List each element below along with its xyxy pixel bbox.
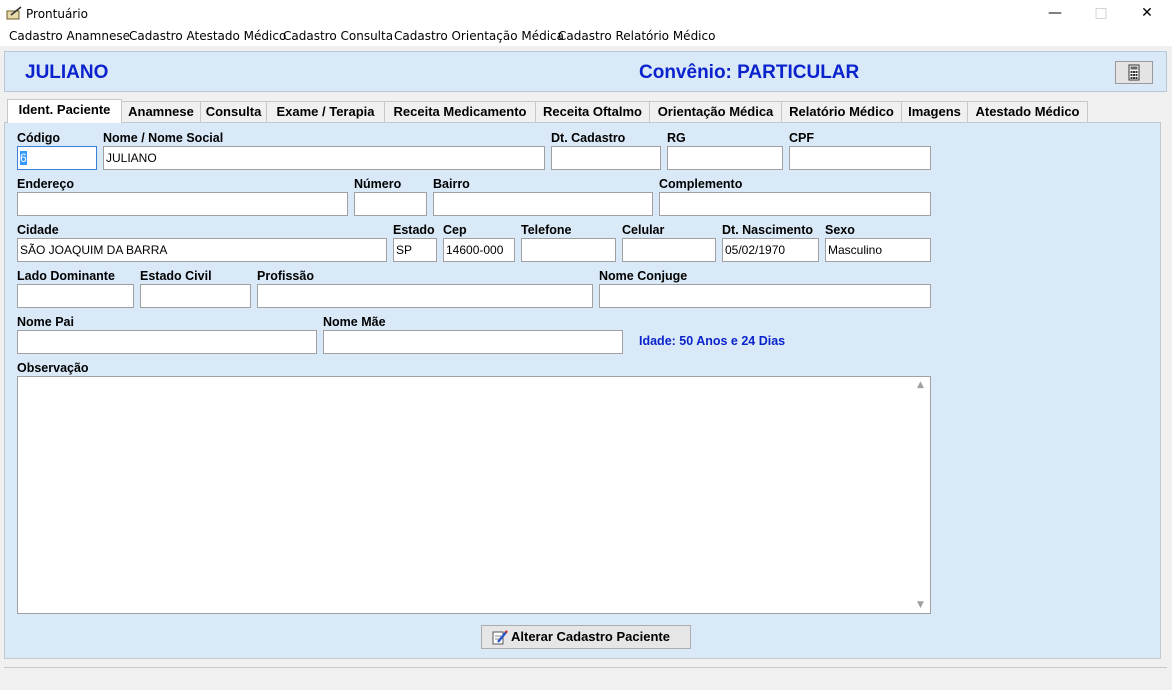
cpf-field[interactable] xyxy=(789,146,931,170)
dt-cadastro-field[interactable] xyxy=(551,146,661,170)
window-title: Prontuário xyxy=(26,7,88,21)
patient-name: JULIANO xyxy=(25,62,109,83)
alterar-cadastro-button[interactable]: Alterar Cadastro Paciente xyxy=(481,625,691,649)
estado-label: Estado xyxy=(393,223,435,237)
observacao-scrollbar[interactable]: ▲ ▼ xyxy=(914,377,930,613)
maximize-button[interactable]: □ xyxy=(1078,0,1124,27)
tab-anamnese[interactable]: Anamnese xyxy=(121,101,201,122)
title-bar: Prontuário — □ ✕ xyxy=(0,0,1172,27)
bairro-label: Bairro xyxy=(433,177,470,191)
menu-cadastro-relatorio-medico[interactable]: Cadastro Relatório Médico xyxy=(558,29,715,43)
close-button[interactable]: ✕ xyxy=(1124,0,1170,27)
menu-cadastro-consulta[interactable]: Cadastro Consulta xyxy=(283,29,393,43)
scroll-down-icon[interactable]: ▼ xyxy=(917,600,924,610)
tab-orientacao-medica[interactable]: Orientação Médica xyxy=(649,101,782,122)
observacao-textarea[interactable]: ▲ ▼ xyxy=(17,376,931,614)
numero-label: Número xyxy=(354,177,402,191)
alterar-cadastro-label: Alterar Cadastro Paciente xyxy=(511,629,670,644)
codigo-label: Código xyxy=(17,131,61,145)
telefone-field[interactable] xyxy=(521,238,616,262)
tab-receita-oftalmo[interactable]: Receita Oftalmo xyxy=(535,101,650,122)
lado-dominante-field[interactable] xyxy=(17,284,134,308)
menu-cadastro-atestado-medico[interactable]: Cadastro Atestado Médico xyxy=(129,29,286,43)
window-scrollbar[interactable] xyxy=(1162,92,1170,659)
bairro-field[interactable] xyxy=(433,192,653,216)
nome-pai-field[interactable] xyxy=(17,330,317,354)
dt-nascimento-field[interactable]: 05/02/1970 xyxy=(722,238,819,262)
calculator-icon xyxy=(1128,64,1140,81)
tab-ident-paciente[interactable]: Ident. Paciente xyxy=(7,99,122,123)
nome-pai-label: Nome Pai xyxy=(17,315,74,329)
profissao-label: Profissão xyxy=(257,269,314,283)
calculator-button[interactable] xyxy=(1115,61,1153,84)
tab-imagens[interactable]: Imagens xyxy=(901,101,968,122)
endereco-label: Endereço xyxy=(17,177,74,191)
complemento-field[interactable] xyxy=(659,192,931,216)
numero-field[interactable] xyxy=(354,192,427,216)
complemento-label: Complemento xyxy=(659,177,743,191)
estado-field[interactable]: SP xyxy=(393,238,437,262)
status-bar xyxy=(4,667,1167,688)
telefone-label: Telefone xyxy=(521,223,572,237)
nome-label: Nome / Nome Social xyxy=(103,131,224,145)
edit-pencil-icon xyxy=(492,630,508,645)
nome-conjuge-field[interactable] xyxy=(599,284,931,308)
nome-field[interactable]: JULIANO xyxy=(103,146,545,170)
menu-cadastro-anamnese[interactable]: Cadastro Anamnese xyxy=(9,29,130,43)
nome-conjuge-label: Nome Conjuge xyxy=(599,269,688,283)
sexo-field[interactable]: Masculino xyxy=(825,238,931,262)
profissao-field[interactable] xyxy=(257,284,593,308)
cidade-field[interactable]: SÃO JOAQUIM DA BARRA xyxy=(17,238,387,262)
cep-label: Cep xyxy=(443,223,467,237)
rg-label: RG xyxy=(667,131,686,145)
nome-mae-field[interactable] xyxy=(323,330,623,354)
idade-label: Idade: 50 Anos e 24 Dias xyxy=(639,334,786,348)
observacao-label: Observação xyxy=(17,361,89,375)
app-icon xyxy=(6,6,22,20)
estado-civil-field[interactable] xyxy=(140,284,251,308)
dt-nascimento-label: Dt. Nascimento xyxy=(722,223,813,237)
codigo-field[interactable]: 6 xyxy=(17,146,97,170)
nome-mae-label: Nome Mãe xyxy=(323,315,386,329)
scroll-up-icon[interactable]: ▲ xyxy=(917,380,924,390)
convenio-label: Convênio: PARTICULAR xyxy=(639,62,860,83)
tab-consulta[interactable]: Consulta xyxy=(200,101,267,122)
cep-field[interactable]: 14600-000 xyxy=(443,238,515,262)
celular-label: Celular xyxy=(622,223,665,237)
tab-exame-terapia[interactable]: Exame / Terapia xyxy=(266,101,385,122)
estado-civil-label: Estado Civil xyxy=(140,269,212,283)
tab-receita-medicamento[interactable]: Receita Medicamento xyxy=(384,101,536,122)
codigo-value: 6 xyxy=(20,151,27,165)
dt-cadastro-label: Dt. Cadastro xyxy=(551,131,626,145)
cpf-label: CPF xyxy=(789,131,814,145)
tab-relatorio-medico[interactable]: Relatório Médico xyxy=(781,101,902,122)
lado-dominante-label: Lado Dominante xyxy=(17,269,115,283)
tab-atestado-medico[interactable]: Atestado Médico xyxy=(967,101,1088,122)
celular-field[interactable] xyxy=(622,238,716,262)
endereco-field[interactable] xyxy=(17,192,348,216)
cidade-label: Cidade xyxy=(17,223,59,237)
menu-bar: Cadastro Anamnese Cadastro Atestado Médi… xyxy=(0,27,1172,46)
rg-field[interactable] xyxy=(667,146,783,170)
minimize-button[interactable]: — xyxy=(1032,0,1078,27)
menu-cadastro-orientacao-medica[interactable]: Cadastro Orientação Médica xyxy=(394,29,564,43)
sexo-label: Sexo xyxy=(825,223,855,237)
patient-header: JULIANO Convênio: PARTICULAR xyxy=(4,51,1167,92)
